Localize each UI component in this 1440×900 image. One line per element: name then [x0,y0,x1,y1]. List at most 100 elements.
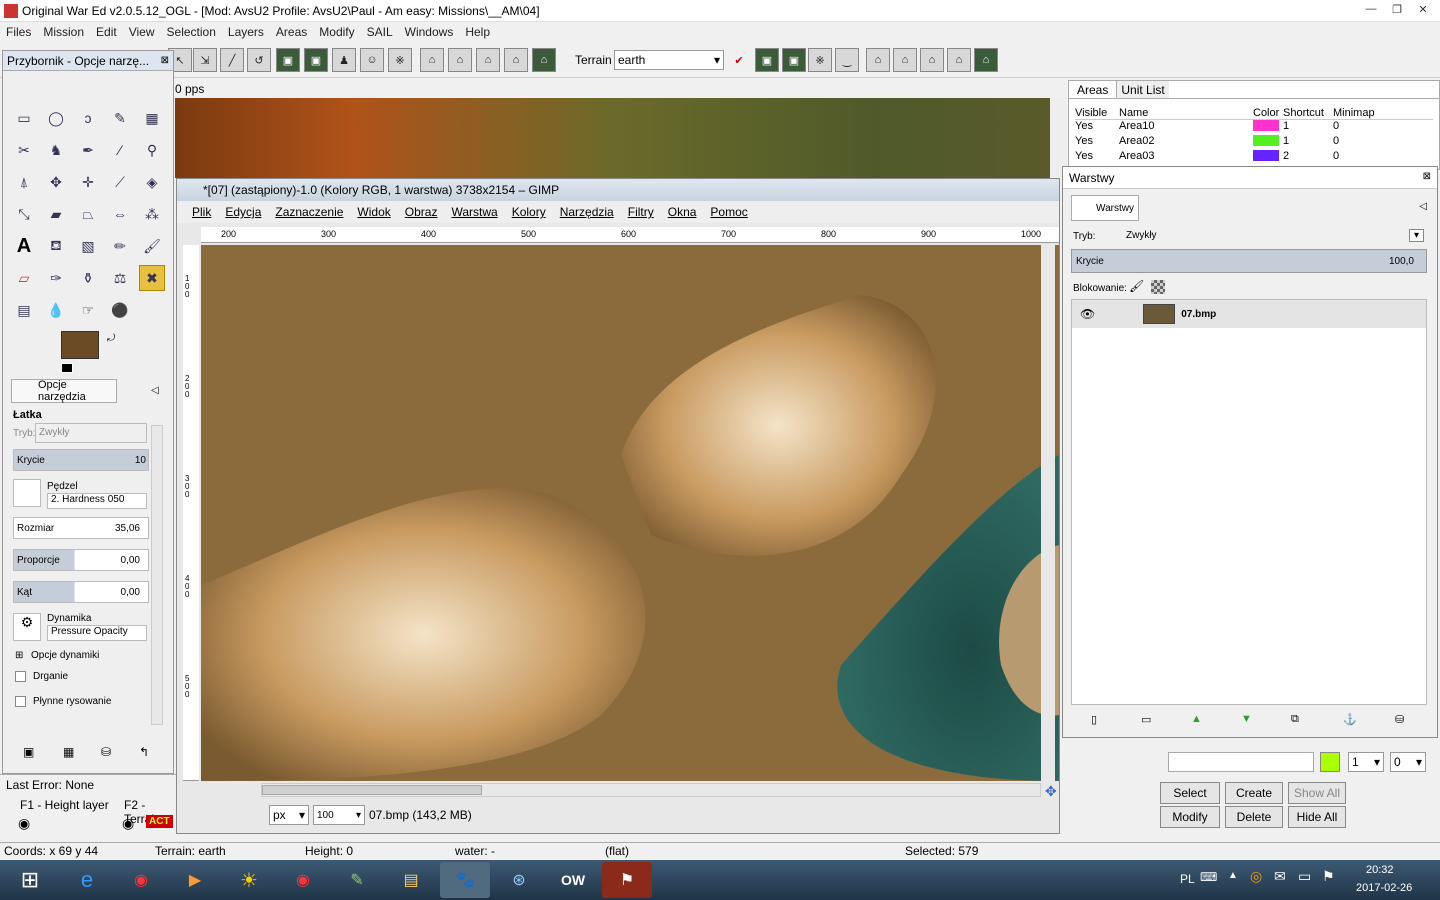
tab-unit-list[interactable]: Unit List [1117,81,1169,98]
steam-icon[interactable]: ⊛ [494,862,544,898]
gimp-icon[interactable]: 🐾 [440,862,490,898]
dynamics-select[interactable]: Pressure Opacity [47,625,147,641]
minimize-icon[interactable]: — [1358,0,1384,18]
gimp-menu-warstwa[interactable]: Warstwa [444,205,504,219]
new-group-icon[interactable]: ▭ [1141,713,1151,726]
creature2-icon[interactable]: ※ [808,48,832,72]
airbrush-icon[interactable]: ✑ [43,265,69,291]
terrain-select[interactable]: earth ▾ [614,50,724,70]
building-icon[interactable]: ⌂ [420,48,444,72]
table-row[interactable]: Yes Area03 2 0 [1075,150,1433,165]
dynamics-icon[interactable]: ⚙ [13,613,41,641]
hide-all-button[interactable]: Hide All [1288,806,1346,828]
bucket-fill-icon[interactable]: ⛾ [43,233,69,259]
smudge-icon[interactable]: ☞ [75,297,101,323]
panel-menu-icon[interactable]: ◁ [151,385,159,396]
unit-select[interactable]: px ▾ [269,805,309,825]
delete-options-icon[interactable]: ⛁ [101,745,111,759]
vehicle3-icon[interactable]: ▣ [755,48,779,72]
size-slider[interactable]: Rozmiar 35,06 [13,517,149,539]
chrome-icon[interactable]: ◉ [116,862,166,898]
tab-layers[interactable]: Warstwy [1071,195,1139,221]
eye-icon[interactable]: ◉ [122,815,134,832]
close-icon[interactable]: ⊠ [1423,171,1431,182]
color-select-icon[interactable]: ▦ [139,105,165,131]
measure-icon[interactable]: ⍋ [11,169,37,195]
save-options-icon[interactable]: ▣ [23,745,34,759]
heal-icon[interactable]: ✖ [139,265,165,291]
menu-files[interactable]: Files [0,25,37,39]
chrome2-icon[interactable]: ◉ [278,862,328,898]
building5-icon[interactable]: ⌂ [532,48,556,72]
rotate-icon[interactable]: ◈ [139,169,165,195]
default-colors-icon[interactable] [61,363,73,373]
menu-edit[interactable]: Edit [90,25,123,39]
smooth-checkbox[interactable] [15,696,26,707]
menu-windows[interactable]: Windows [399,25,460,39]
blur-icon[interactable]: 💧 [43,297,69,323]
gimp-menu-obraz[interactable]: Obraz [398,205,445,219]
perspective-clone-icon[interactable]: ▤ [11,297,37,323]
ellipse-select-icon[interactable]: ◯ [43,105,69,131]
dodge-icon[interactable]: ⚫ [107,297,133,323]
sun-app-icon[interactable]: ☀ [224,862,274,898]
brush-preview[interactable] [13,479,41,507]
brush-select[interactable]: 2. Hardness 050 [47,493,147,509]
zoom-icon[interactable]: ⚲ [139,137,165,163]
map-view[interactable] [175,98,1050,178]
media-icon[interactable]: ▶ [170,862,220,898]
crop-icon[interactable]: ⟋ [107,169,133,195]
vehicle4-icon[interactable]: ▣ [782,48,806,72]
gimp-menu-narzedzia[interactable]: Narzędzia [553,205,621,219]
eye-icon[interactable]: 👁 [1080,307,1095,321]
area-minimap-select[interactable]: 0 ▾ [1390,752,1426,772]
close-icon[interactable]: ⊠ [161,55,169,66]
show-all-button[interactable]: Show All [1288,782,1346,804]
tray-app-icon[interactable]: ◎ [1250,868,1262,885]
menu-selection[interactable]: Selection [161,25,222,39]
lasso-tool-icon[interactable]: ↺ [247,48,271,72]
tray-flag-icon[interactable]: ⚑ [1322,868,1335,885]
reset-options-icon[interactable]: ↰ [139,745,149,759]
layer-mode-select[interactable]: Zwykły ▾ [1123,225,1427,245]
ink-icon[interactable]: ⚱ [75,265,101,291]
close-icon[interactable]: ✕ [1410,0,1436,18]
clock-time[interactable]: 20:32 [1366,864,1394,876]
gimp-menu-zaznaczenie[interactable]: Zaznaczenie [268,205,350,219]
restore-options-icon[interactable]: ▦ [63,745,74,759]
eraser-icon[interactable]: ▱ [11,265,37,291]
menu-modify[interactable]: Modify [313,25,360,39]
panel-menu-icon[interactable]: ◁ [1419,201,1427,212]
fuzzy-select-icon[interactable]: ✎ [107,105,133,131]
area-name-input[interactable] [1168,752,1314,772]
gimp-menu-edycja[interactable]: Edycja [218,205,268,219]
notepad-icon[interactable]: ✎ [332,862,382,898]
keyboard-icon[interactable]: ⌨ [1200,870,1217,884]
area-color-swatch[interactable] [1320,752,1340,772]
building8-icon[interactable]: ⌂ [920,48,944,72]
create-button[interactable]: Create [1225,782,1283,804]
perspective-icon[interactable]: ⏢ [75,201,101,227]
game-icon[interactable]: ⚑ [602,862,652,898]
modify-button[interactable]: Modify [1160,806,1220,828]
language-indicator[interactable]: PL [1180,872,1195,886]
menu-layers[interactable]: Layers [222,25,270,39]
foreground-color-swatch[interactable] [61,331,99,359]
start-icon[interactable]: ⊞ [2,862,58,898]
apply-check-icon[interactable]: ✔ [727,48,751,72]
canvas-h-scrollbar[interactable] [261,783,1041,797]
lock-alpha-icon[interactable] [1151,280,1165,294]
select-button[interactable]: Select [1160,782,1220,804]
horizontal-ruler[interactable]: 200 300 400 500 600 700 800 900 1000 [201,227,1059,243]
tray-network-icon[interactable]: ✉ [1274,868,1286,885]
duplicate-layer-icon[interactable]: ⧉ [1291,713,1299,726]
scrollbar-thumb[interactable] [262,785,482,795]
explorer-icon[interactable]: ▤ [386,862,436,898]
creature-icon[interactable]: ※ [388,48,412,72]
tray-monitor-icon[interactable]: ▭ [1298,868,1311,885]
table-row[interactable]: Yes Area10 1 0 [1075,120,1433,135]
flip-icon[interactable]: ⇔ [107,201,133,227]
rect-select-icon[interactable]: ▭ [11,105,37,131]
angle-slider[interactable]: Kąt 0,00 [13,581,149,603]
gimp-menu-pomoc[interactable]: Pomoc [703,205,754,219]
